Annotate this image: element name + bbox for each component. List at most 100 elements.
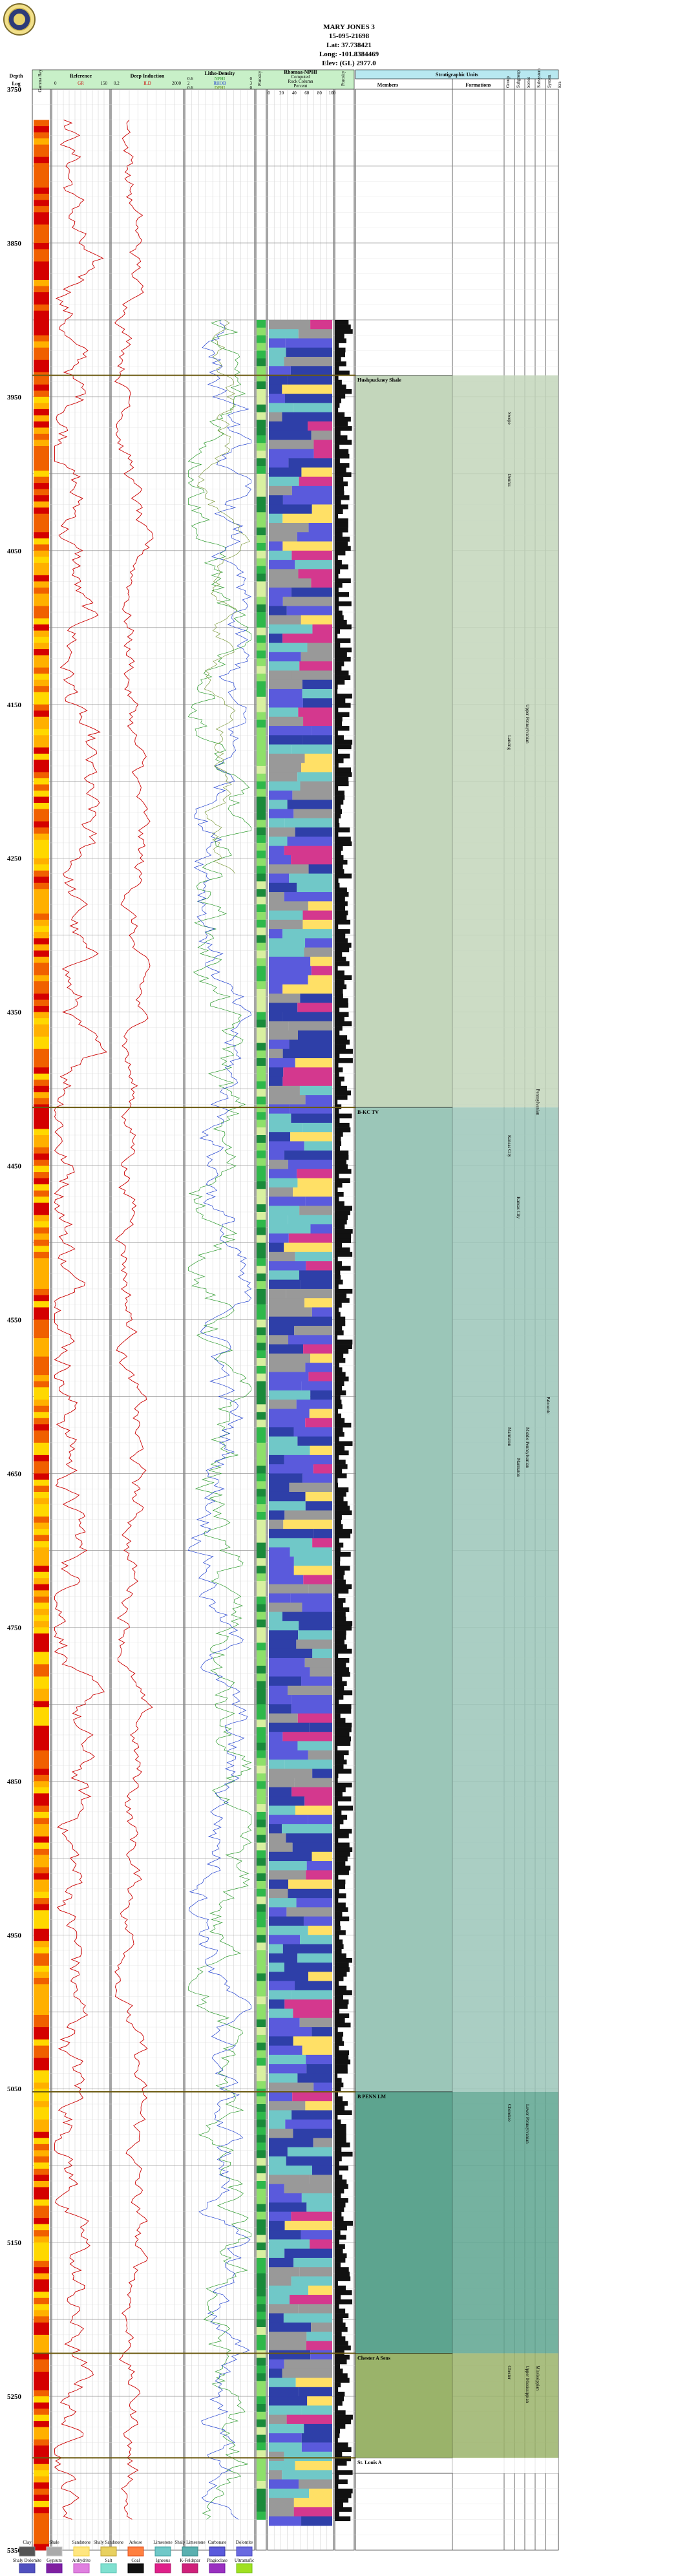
- porosity-band: [257, 873, 266, 882]
- gamma-band: [34, 981, 49, 988]
- legend-swatch: [19, 2563, 36, 2573]
- porosity2-bar: [335, 730, 338, 736]
- rock-layer: [293, 2036, 332, 2047]
- porosity2-bar: [335, 882, 340, 888]
- rock-layer: [285, 394, 332, 403]
- porosity2-bar: [335, 357, 341, 362]
- porosity2-bar: [335, 1810, 342, 1815]
- gamma-band: [34, 261, 49, 268]
- rock-layer: [269, 1141, 304, 1151]
- rock-layer: [269, 2220, 285, 2231]
- porosity2-bar: [335, 615, 344, 621]
- gamma-band: [34, 1873, 49, 1880]
- porosity2-bar: [335, 560, 342, 565]
- gamma-band: [34, 809, 49, 816]
- gamma-band: [34, 1418, 49, 1425]
- porosity2-bar: [335, 2364, 340, 2369]
- gamma-band: [34, 2113, 49, 2120]
- porosity-band: [257, 1819, 266, 1828]
- rock-layer: [269, 2304, 299, 2314]
- gamma-band: [34, 741, 49, 748]
- porosity2-bar: [335, 1242, 343, 1248]
- rock-layer: [269, 1326, 295, 1336]
- porosity-band: [257, 935, 266, 944]
- rock-layer: [295, 827, 332, 837]
- rock-layer: [269, 975, 308, 985]
- strat-group-title: Subsystem: [536, 68, 542, 88]
- rock-layer: [269, 2017, 300, 2028]
- rock-layer: [269, 1030, 298, 1040]
- porosity2-bar: [335, 818, 339, 824]
- rock-layer: [269, 467, 302, 478]
- porosity-band: [257, 2381, 266, 2389]
- gamma-band: [34, 919, 49, 926]
- rock-layer: [269, 1067, 284, 1078]
- gamma-band: [34, 778, 49, 785]
- rock-layer: [286, 606, 332, 616]
- gamma-band: [34, 1006, 49, 1013]
- gamma-band: [34, 2488, 49, 2495]
- rock-layer: [269, 1990, 291, 2000]
- porosity2-bar: [335, 1021, 352, 1027]
- gamma-band: [34, 2322, 49, 2329]
- rock-layer: [269, 1935, 301, 1945]
- porosity-band: [257, 1357, 266, 1367]
- porosity-band: [257, 335, 266, 344]
- porosity2-bar: [335, 933, 346, 939]
- gamma-band: [34, 1627, 49, 1634]
- porosity2-bar: [335, 444, 340, 450]
- rock-layer: [293, 2129, 332, 2138]
- porosity2-bar: [335, 578, 351, 584]
- rock-layer: [269, 1150, 284, 1160]
- rock-layer: [313, 2138, 332, 2148]
- porosity2-bar: [335, 1625, 352, 1631]
- rock-layer: [269, 984, 283, 994]
- porosity2-bar: [335, 407, 339, 412]
- gamma-band: [34, 2033, 49, 2040]
- porosity2-bar: [335, 2101, 348, 2106]
- porosity-band: [257, 1627, 266, 1635]
- porosity2-bar: [335, 703, 351, 708]
- porosity-band: [257, 1250, 266, 1259]
- rock-layer: [269, 1270, 299, 1281]
- gamma-band: [34, 2224, 49, 2231]
- porosity2-bar: [335, 1326, 343, 1331]
- gamma-band: [34, 2045, 49, 2052]
- porosity2-bar: [335, 1584, 352, 1590]
- rock-layer: [269, 1648, 313, 1659]
- gamma-band: [34, 612, 49, 619]
- porosity-band: [257, 2235, 266, 2243]
- rock-layer: [301, 1279, 332, 1290]
- gamma-band: [34, 390, 49, 398]
- porosity2-bar: [335, 656, 351, 662]
- porosity2-bar: [335, 2004, 348, 2009]
- porosity2-bar: [335, 1782, 352, 1788]
- gamma-band: [34, 1467, 49, 1474]
- porosity-band: [257, 2504, 266, 2513]
- gamma-band: [34, 2082, 49, 2089]
- gamma-band: [34, 2138, 49, 2145]
- porosity-band: [257, 1996, 266, 2005]
- gamma-band: [34, 2292, 49, 2299]
- gamma-band: [34, 298, 49, 305]
- porosity2-bar: [335, 1464, 348, 1469]
- rock-layer: [306, 2332, 332, 2341]
- legend-label: Arkose: [129, 2540, 142, 2545]
- porosity2-bar: [335, 1963, 349, 1968]
- porosity2-bar: [335, 1690, 353, 1696]
- porosity-band: [257, 1727, 266, 1736]
- rock-layer: [312, 1769, 332, 1779]
- porosity-band: [257, 1688, 266, 1697]
- rock-layer: [286, 1907, 332, 1917]
- porosity-band: [257, 812, 266, 820]
- rock-layer: [290, 366, 332, 376]
- rock-layer: [269, 1344, 304, 1354]
- rock-layer: [291, 485, 332, 496]
- gamma-band: [34, 2187, 49, 2194]
- porosity-band: [257, 550, 266, 559]
- porosity-band: [257, 489, 266, 498]
- porosity2-bar: [335, 518, 348, 524]
- gamma-band: [34, 667, 49, 674]
- porosity-band: [257, 719, 266, 728]
- porosity2-bar: [335, 758, 344, 763]
